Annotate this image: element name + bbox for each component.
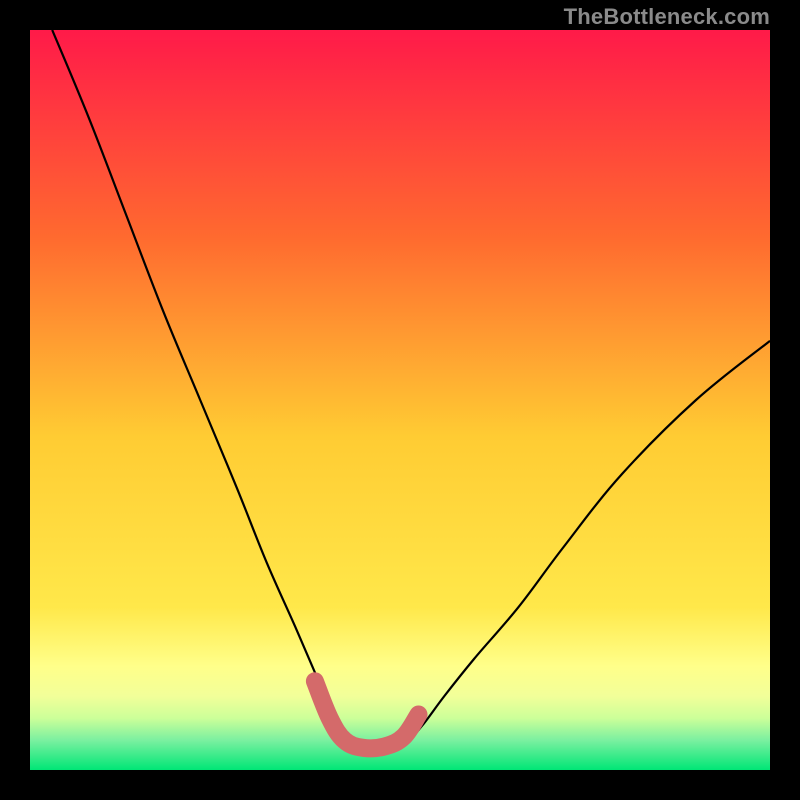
chart-frame: TheBottleneck.com bbox=[0, 0, 800, 800]
watermark-text: TheBottleneck.com bbox=[564, 4, 770, 30]
plot-area bbox=[30, 30, 770, 770]
gradient-background bbox=[30, 30, 770, 770]
chart-svg bbox=[30, 30, 770, 770]
